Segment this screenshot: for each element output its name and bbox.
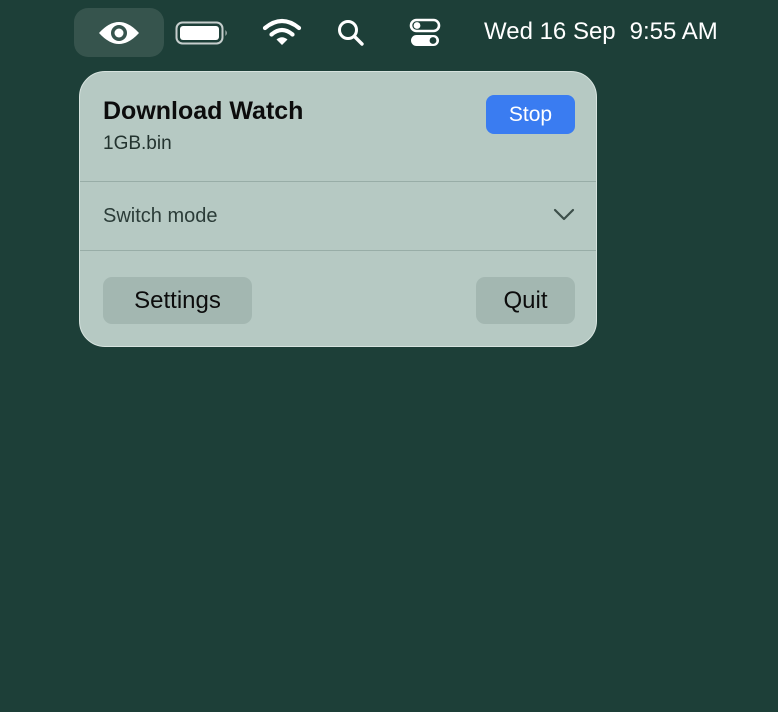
download-watch-popover: Download Watch 1GB.bin Stop Switch mode …: [79, 71, 597, 347]
clock-date: Wed 16 Sep: [484, 18, 616, 45]
control-center[interactable]: [408, 17, 442, 49]
chevron-down-icon: [553, 208, 575, 221]
divider: [80, 250, 596, 251]
popover-header: Download Watch 1GB.bin Stop: [80, 72, 596, 182]
menu-bar: Wed 16 Sep 9:55 AM: [0, 0, 778, 64]
switch-mode-label: Switch mode: [103, 205, 218, 227]
battery-icon: [175, 21, 227, 45]
control-center-icon: [409, 18, 441, 46]
quit-button[interactable]: Quit: [476, 277, 575, 324]
battery-status[interactable]: [175, 20, 229, 46]
search-icon: [338, 20, 364, 46]
menu-bar-clock[interactable]: Wed 16 Sep 9:55 AM: [484, 14, 718, 50]
app-title: Download Watch: [103, 97, 304, 125]
switch-mode-dropdown[interactable]: Switch mode: [80, 182, 596, 250]
wifi-icon: [262, 18, 302, 45]
spotlight-search[interactable]: [335, 17, 367, 49]
stop-button[interactable]: Stop: [486, 95, 575, 134]
watched-file-name: 1GB.bin: [103, 133, 172, 154]
settings-button[interactable]: Settings: [103, 277, 252, 324]
wifi-status[interactable]: [262, 17, 302, 49]
download-watch-menu-button[interactable]: [74, 8, 164, 57]
eye-icon: [99, 21, 139, 44]
clock-time: 9:55 AM: [629, 18, 718, 45]
